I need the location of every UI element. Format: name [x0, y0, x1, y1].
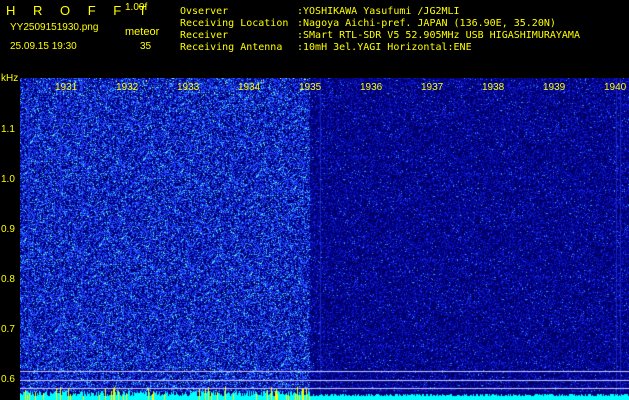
antenna-value: :10mH 3el.YAGI Horizontal:ENE — [297, 42, 472, 53]
time-tick-label: 1933 — [177, 82, 200, 93]
y-tick-label: 0.9 — [1, 224, 15, 235]
y-tick-label: 1.1 — [1, 124, 15, 135]
time-tick-label: 1937 — [421, 82, 444, 93]
observer-value: :YOSHIKAWA Yasufumi /JG2MLI — [297, 6, 460, 17]
receiver-label: Receiver — [180, 30, 229, 41]
time-tick-label: 1938 — [482, 82, 505, 93]
y-axis-unit: kHz — [1, 73, 19, 84]
time-tick-label: 1931 — [55, 82, 78, 93]
receiver-value: :SMart RTL-SDR V5 52.905MHz USB HIGASHIM… — [297, 30, 580, 41]
y-tick-label: 0.7 — [1, 324, 15, 335]
antenna-label: Receiving Antenna — [180, 42, 283, 53]
y-tick-label: 0.6 — [1, 374, 15, 385]
spectrogram — [20, 78, 629, 400]
time-tick-label: 1934 — [238, 82, 261, 93]
time-tick-label: 1940 — [604, 82, 627, 93]
time-tick-label: 1939 — [543, 82, 566, 93]
y-tick-label: 1.0 — [1, 174, 15, 185]
type-label: meteor — [125, 26, 160, 38]
location-label: Receiving Location — [180, 18, 289, 29]
hrofft-window: H R O F F T 1.00f YY2509151930.png meteo… — [0, 0, 629, 400]
time-tick-label: 1936 — [360, 82, 383, 93]
observer-label: Ovserver — [180, 6, 229, 17]
app-version: 1.00f — [125, 2, 148, 13]
file-name: YY2509151930.png — [10, 22, 99, 33]
time-tick-label: 1932 — [116, 82, 139, 93]
time-tick-label: 1935 — [299, 82, 322, 93]
y-tick-label: 0.8 — [1, 274, 15, 285]
date-time: 25.09.15 19:30 — [10, 41, 77, 52]
location-value: :Nagoya Aichi-pref. JAPAN (136.90E, 35.2… — [297, 18, 556, 29]
meteor-count: 35 — [140, 41, 152, 52]
